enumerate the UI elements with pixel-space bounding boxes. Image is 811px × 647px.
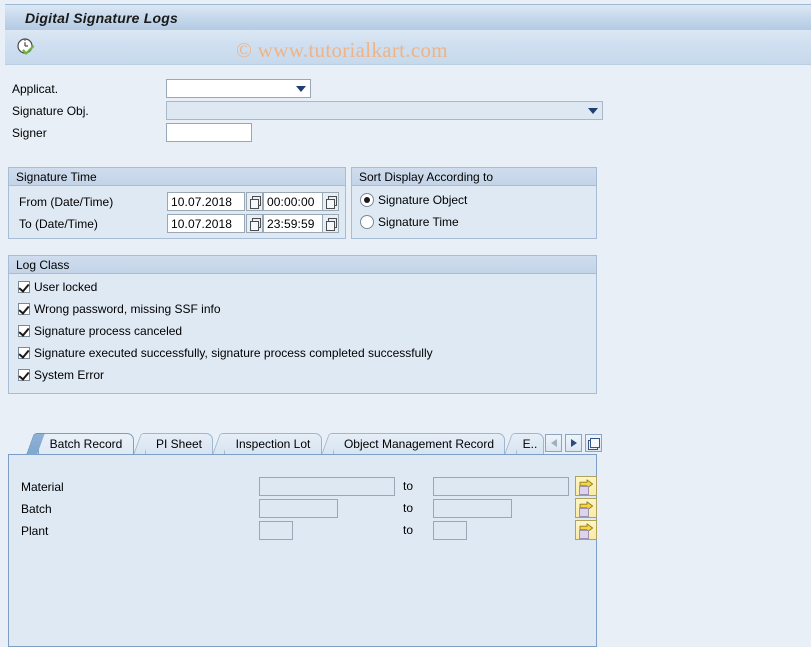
checkbox-process-canceled-label: Signature process canceled	[34, 324, 183, 338]
tab-panel-batch-record: Material to Batch to Plant to	[8, 454, 597, 647]
signer-label: Signer	[12, 126, 47, 140]
plant-multiple-selection-button[interactable]	[575, 520, 597, 540]
multiple-selection-box	[579, 486, 589, 495]
signature-time-group-title: Signature Time	[9, 168, 345, 186]
from-time-value-help-button[interactable]	[322, 192, 339, 211]
plant-to-input[interactable]	[433, 521, 467, 540]
material-to-label: to	[403, 479, 414, 493]
clock-check-icon	[17, 38, 35, 55]
checkbox-system-error-label: System Error	[34, 368, 105, 382]
select-row-batch: Batch	[21, 499, 141, 519]
field-row-applicat: Applicat.	[12, 78, 58, 100]
checkbox-indicator	[18, 369, 30, 381]
tab-e-truncated-label: E..	[522, 437, 538, 451]
tab-object-management-record[interactable]: Object Management Record	[333, 433, 505, 454]
tab-pi-sheet-label: PI Sheet	[155, 437, 203, 451]
tab-batch-record[interactable]: Batch Record	[38, 433, 134, 454]
window-title-bar: Digital Signature Logs	[5, 4, 811, 31]
tab-inspection-lot-label: Inspection Lot	[235, 437, 311, 451]
batch-from-input[interactable]	[259, 499, 338, 518]
select-row-plant: Plant	[21, 521, 141, 541]
checkbox-process-canceled[interactable]: Signature process canceled	[18, 324, 182, 338]
material-to-input[interactable]	[433, 477, 569, 496]
applicat-label: Applicat.	[12, 82, 59, 96]
radio-signature-time-label: Signature Time	[378, 215, 459, 229]
signature-time-from-row: From (Date/Time)	[19, 192, 113, 212]
to-time-value-help-button[interactable]	[322, 214, 339, 233]
from-datetime-label: From (Date/Time)	[19, 195, 114, 209]
radio-signature-object-label: Signature Object	[378, 193, 468, 207]
signature-obj-dropdown[interactable]	[166, 101, 603, 120]
select-row-material: Material	[21, 477, 141, 497]
sort-display-group-title: Sort Display According to	[352, 168, 596, 186]
batch-multiple-selection-button[interactable]	[575, 498, 597, 518]
selection-screen: Applicat. Signature Obj. Signer Signatur…	[0, 66, 811, 647]
radio-indicator	[360, 193, 374, 207]
from-date-value-help-button[interactable]	[246, 192, 263, 211]
multiple-selection-box	[579, 508, 589, 517]
chevron-down-icon	[296, 85, 306, 92]
sort-display-group-body: Signature Object Signature Time	[352, 186, 596, 240]
tab-inspection-lot[interactable]: Inspection Lot	[224, 433, 322, 454]
chevron-left-icon	[550, 439, 557, 447]
to-date-input[interactable]	[167, 214, 245, 233]
checkbox-indicator	[18, 325, 30, 337]
checkbox-executed-successfully-label: Signature executed successfully, signatu…	[34, 346, 433, 360]
execute-button[interactable]	[15, 36, 37, 58]
to-datetime-label: To (Date/Time)	[19, 217, 98, 231]
from-date-input[interactable]	[167, 192, 245, 211]
applicat-dropdown[interactable]	[166, 79, 311, 98]
field-row-signer: Signer	[12, 122, 47, 144]
checkbox-wrong-password-label: Wrong password, missing SSF info	[34, 302, 221, 316]
radio-signature-object[interactable]: Signature Object	[360, 193, 467, 207]
field-row-signature-obj: Signature Obj.	[12, 100, 89, 122]
tab-list-icon	[588, 437, 600, 450]
checkbox-system-error[interactable]: System Error	[18, 368, 104, 382]
checkbox-indicator	[18, 281, 30, 293]
chevron-down-icon	[588, 107, 598, 114]
log-class-group-title: Log Class	[9, 256, 596, 274]
log-class-group: Log Class User locked Wrong password, mi…	[8, 255, 597, 394]
sort-display-group: Sort Display According to Signature Obje…	[351, 167, 597, 239]
plant-to-label: to	[403, 523, 414, 537]
batch-to-label: to	[403, 501, 414, 515]
batch-label: Batch	[21, 502, 52, 516]
watermark: © www.tutorialkart.com	[236, 38, 448, 62]
tabstrip: Batch Record PI Sheet Inspection Lot Obj…	[8, 433, 602, 455]
signature-time-to-row: To (Date/Time)	[19, 214, 98, 234]
tab-e-truncated[interactable]: E..	[516, 433, 544, 454]
signature-obj-label: Signature Obj.	[12, 104, 89, 118]
checkbox-executed-successfully[interactable]: Signature executed successfully, signatu…	[18, 346, 433, 360]
checkbox-user-locked-label: User locked	[34, 280, 98, 294]
tab-scroll-left-button[interactable]	[545, 434, 562, 452]
checkbox-indicator	[18, 303, 30, 315]
radio-indicator	[360, 215, 374, 229]
to-date-value-help-button[interactable]	[246, 214, 263, 233]
tab-object-management-record-label: Object Management Record	[343, 437, 495, 451]
tab-list-button[interactable]	[585, 434, 602, 452]
tab-pi-sheet[interactable]: PI Sheet	[145, 433, 213, 454]
plant-from-input[interactable]	[259, 521, 293, 540]
radio-signature-time[interactable]: Signature Time	[360, 215, 459, 229]
material-label: Material	[21, 480, 64, 494]
page-title: Digital Signature Logs	[25, 10, 178, 26]
tab-batch-record-label: Batch Record	[49, 437, 123, 451]
checkbox-user-locked[interactable]: User locked	[18, 280, 97, 294]
signature-time-group: Signature Time From (Date/Time) To (Date…	[8, 167, 346, 239]
plant-label: Plant	[21, 524, 49, 538]
tab-scroll-right-button[interactable]	[565, 434, 582, 452]
checkbox-indicator	[18, 347, 30, 359]
signature-time-group-body: From (Date/Time) To (Date/Time)	[9, 186, 345, 240]
material-multiple-selection-button[interactable]	[575, 476, 597, 496]
log-class-group-body: User locked Wrong password, missing SSF …	[9, 274, 596, 395]
multiple-selection-box	[579, 530, 589, 539]
checkbox-wrong-password[interactable]: Wrong password, missing SSF info	[18, 302, 221, 316]
signer-input[interactable]	[166, 123, 252, 142]
material-from-input[interactable]	[259, 477, 395, 496]
chevron-right-icon	[570, 439, 577, 447]
batch-to-input[interactable]	[433, 499, 512, 518]
